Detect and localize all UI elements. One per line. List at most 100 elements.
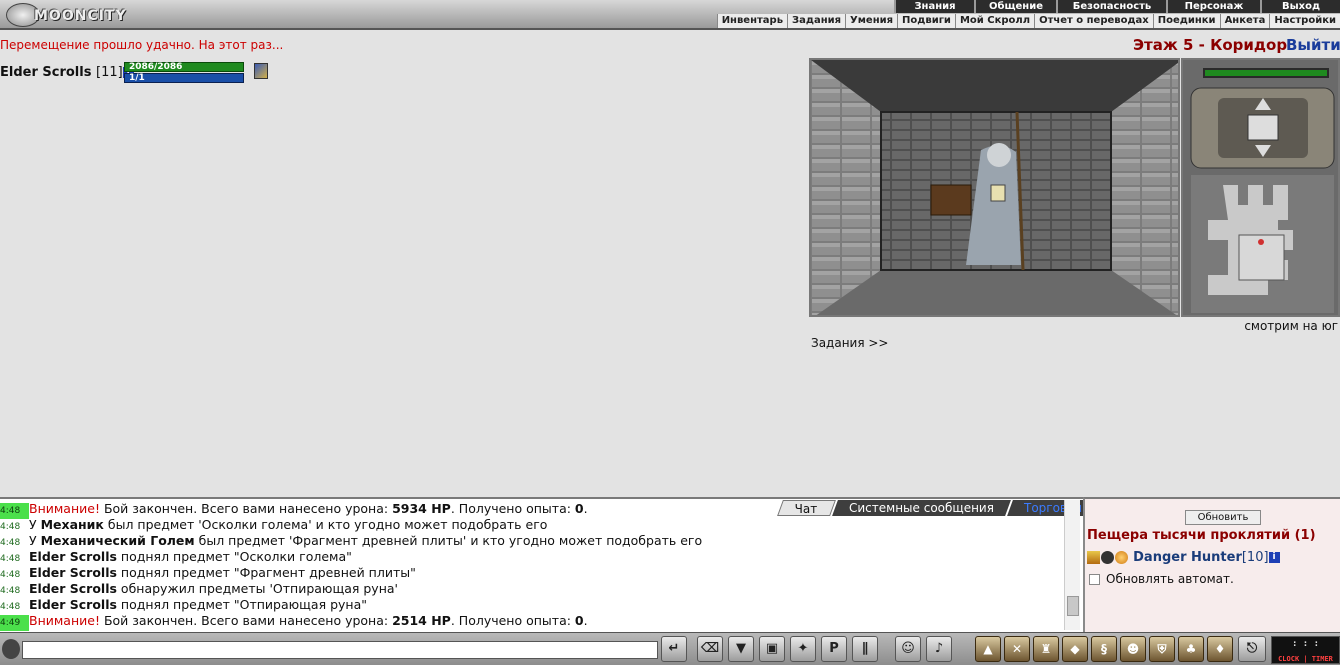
clan-badge-icon[interactable] bbox=[254, 63, 268, 79]
submenu-transfer-report[interactable]: Отчет о переводах bbox=[1035, 14, 1154, 28]
mask-icon[interactable]: ☻ bbox=[1120, 636, 1146, 662]
chat-text: был предмет 'Фрагмент древней плиты' и к… bbox=[194, 533, 703, 548]
sound-icon[interactable]: ♪ bbox=[926, 636, 952, 662]
tab-system-messages[interactable]: Системные сообщения bbox=[831, 500, 1011, 516]
mooncity-logo[interactable]: MOONCITY bbox=[0, 0, 150, 30]
chat-text: У bbox=[29, 517, 41, 532]
dungeon-viewport[interactable] bbox=[809, 58, 1180, 317]
chat-log[interactable]: 4:48 Внимание! Бой закончен. Всего вами н… bbox=[0, 497, 1083, 632]
move-icon[interactable]: ✦ bbox=[790, 636, 816, 662]
submenu-feats[interactable]: Подвиги bbox=[898, 14, 956, 28]
chat-bold-text[interactable]: 0 bbox=[575, 501, 584, 516]
chat-bold-text[interactable]: Elder Scrolls bbox=[29, 597, 117, 612]
auto-refresh-row: Обновлять автомат. bbox=[1089, 572, 1234, 586]
sword-icon[interactable]: ✕ bbox=[1004, 636, 1030, 662]
chat-line: 4:48 У Механический Голем был предмет 'Фр… bbox=[0, 533, 1064, 549]
chat-text: Бой закончен. Всего вами нанесено урона: bbox=[99, 613, 393, 628]
menu-knowledge[interactable]: Знания bbox=[894, 0, 974, 13]
submenu-inventory[interactable]: Инвентарь bbox=[718, 14, 789, 28]
submenu-profile[interactable]: Анкета bbox=[1221, 14, 1271, 28]
filter-icon[interactable]: ▼ bbox=[728, 636, 754, 662]
chat-bold-text[interactable]: 2514 HP bbox=[392, 613, 451, 628]
player-name[interactable]: Danger Hunter bbox=[1133, 550, 1242, 565]
translit-icon[interactable]: ∥ bbox=[852, 636, 878, 662]
chat-text: поднял предмет "Отпирающая руна" bbox=[116, 597, 367, 612]
chat-bold-text[interactable]: Elder Scrolls bbox=[29, 581, 117, 596]
chat-bold-text[interactable]: Elder Scrolls bbox=[29, 565, 117, 580]
location-title: Этаж 5 - Коридор bbox=[1133, 36, 1288, 54]
top-menu: Знания Общение Безопасность Персонаж Вых… bbox=[894, 0, 1340, 13]
send-icon[interactable]: ↵ bbox=[661, 636, 687, 662]
tab-chat-label: Чат bbox=[794, 502, 818, 516]
character-level: [11] bbox=[96, 65, 123, 80]
exit-link[interactable]: Выйти bbox=[1286, 36, 1340, 54]
tab-system-label: Системные сообщения bbox=[848, 501, 994, 515]
view-direction: смотрим на юг bbox=[1244, 319, 1338, 333]
player-list-item: Danger Hunter[10] i bbox=[1087, 550, 1280, 565]
bag-icon[interactable]: ♜ bbox=[1033, 636, 1059, 662]
clear-icon[interactable]: ⌫ bbox=[697, 636, 723, 662]
gear-status-icon[interactable] bbox=[1101, 551, 1114, 564]
chat-text: . bbox=[583, 613, 588, 628]
submenu-settings[interactable]: Настройки bbox=[1270, 14, 1340, 28]
top-bar: MOONCITY Знания Общение Безопасность Пер… bbox=[0, 0, 1340, 30]
save-icon[interactable]: ▣ bbox=[759, 636, 785, 662]
chest-icon[interactable]: ◆ bbox=[1062, 636, 1088, 662]
menu-exit[interactable]: Выход bbox=[1260, 0, 1340, 13]
chat-warning-text: Внимание! bbox=[29, 613, 100, 628]
submenu-skills[interactable]: Умения bbox=[846, 14, 899, 28]
submenu-tasks[interactable]: Задания bbox=[788, 14, 847, 28]
tasks-link[interactable]: Задания >> bbox=[811, 336, 888, 350]
menu-character[interactable]: Персонаж bbox=[1166, 0, 1260, 13]
rank-icon[interactable] bbox=[1087, 551, 1100, 564]
smiley-menu-icon[interactable] bbox=[2, 639, 20, 659]
chat-text: Бой закончен. Всего вами нанесено урона: bbox=[99, 501, 393, 516]
clock-digits: : : : bbox=[1291, 639, 1320, 649]
menu-communication[interactable]: Общение bbox=[974, 0, 1056, 13]
chat-line: 4:48 Elder Scrolls поднял предмет "Отпира… bbox=[0, 597, 1064, 613]
tab-chat[interactable]: Чат bbox=[777, 500, 836, 516]
player-info-icon[interactable]: i bbox=[1268, 552, 1280, 563]
clock-widget[interactable]: : : : CLOCK | TIMER bbox=[1271, 636, 1340, 664]
bottle-icon[interactable]: ♦ bbox=[1207, 636, 1233, 662]
chat-bold-text[interactable]: Механик bbox=[41, 517, 104, 532]
submenu-duels[interactable]: Поединки bbox=[1154, 14, 1221, 28]
mp-bar: 1/1 bbox=[124, 73, 244, 83]
scroll-icon[interactable]: § bbox=[1091, 636, 1117, 662]
chat-text: . Получено опыта: bbox=[450, 501, 575, 516]
chat-text: . Получено опыта: bbox=[450, 613, 575, 628]
chat-timestamp[interactable]: 4:49 bbox=[0, 615, 29, 631]
chat-scrollbar[interactable] bbox=[1064, 500, 1080, 630]
chat-line: 4:48 Elder Scrolls поднял предмет "Осколк… bbox=[0, 549, 1064, 565]
chat-bold-text[interactable]: Elder Scrolls bbox=[29, 549, 117, 564]
align-icon[interactable] bbox=[1115, 551, 1128, 564]
chat-warning-text: Внимание! bbox=[29, 501, 100, 516]
chat-bold-text[interactable]: Механический Голем bbox=[41, 533, 195, 548]
minimap[interactable] bbox=[1183, 60, 1340, 317]
smile-icon[interactable]: ☺ bbox=[895, 636, 921, 662]
chat-text: поднял предмет "Осколки голема" bbox=[116, 549, 352, 564]
exit-door-icon[interactable]: ⎋ bbox=[1238, 636, 1266, 662]
room-panel: Обновить Пещера тысячи проклятий (1) Dan… bbox=[1083, 497, 1340, 632]
group-icon[interactable]: ♣ bbox=[1178, 636, 1204, 662]
refresh-button[interactable]: Обновить bbox=[1185, 510, 1261, 525]
chat-tabs: Чат Системные сообщения Торговля bbox=[777, 500, 1099, 516]
chat-input[interactable] bbox=[22, 641, 658, 659]
auto-refresh-checkbox[interactable] bbox=[1089, 574, 1100, 585]
submenu-my-scroll[interactable]: Мой Скролл bbox=[956, 14, 1036, 28]
status-message: Перемещение прошло удачно. На этот раз..… bbox=[0, 38, 284, 52]
chat-bold-text[interactable]: 0 bbox=[575, 613, 584, 628]
auto-refresh-label: Обновлять автомат. bbox=[1106, 572, 1234, 586]
chat-line: 4:48 Elder Scrolls обнаружил предметы 'От… bbox=[0, 581, 1064, 597]
private-icon[interactable]: P bbox=[821, 636, 847, 662]
hood-icon[interactable]: ▲ bbox=[975, 636, 1001, 662]
helmet-icon[interactable]: ⛨ bbox=[1149, 636, 1175, 662]
character-name[interactable]: Elder Scrolls bbox=[0, 65, 91, 80]
scroll-thumb[interactable] bbox=[1067, 596, 1079, 616]
logo-text: MOONCITY bbox=[34, 8, 127, 24]
chat-text: У bbox=[29, 533, 41, 548]
chat-bold-text[interactable]: 5934 HP bbox=[392, 501, 451, 516]
compass-center-icon[interactable] bbox=[1247, 114, 1279, 141]
menu-security[interactable]: Безопасность bbox=[1056, 0, 1166, 13]
chat-text: обнаружил предметы 'Отпирающая руна' bbox=[116, 581, 398, 596]
